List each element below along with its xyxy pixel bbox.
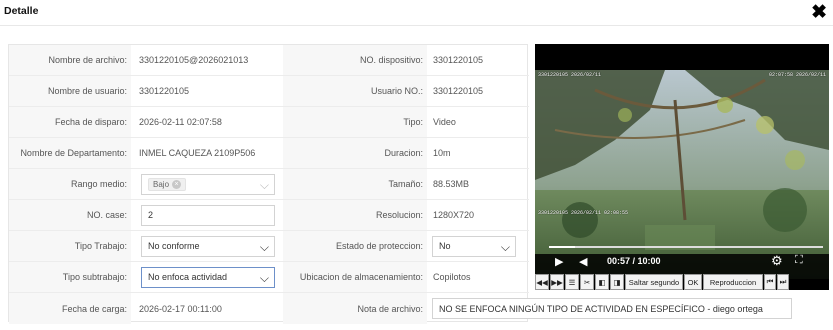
form-row: Nombre de usuario: 3301220105 Usuario NO… (9, 76, 529, 107)
chevron-down-icon: ⌵ (500, 239, 510, 254)
nota-archivo-input[interactable]: NO SE ENFOCA NINGÚN TIPO DE ACTIVIDAD EN… (432, 298, 792, 319)
rewind-icon[interactable]: ◀◀ (535, 274, 549, 290)
value-fecha-disparo: 2026-02-11 02:07:58 (139, 117, 222, 127)
label-usuario-no: Usuario NO.: (283, 76, 427, 106)
ok-button[interactable]: OK (684, 274, 702, 290)
osd-top-left: 3301220105 2026/02/11 (538, 72, 602, 78)
label-nombre-archivo: Nombre de archivo: (9, 45, 131, 75)
value-nombre-archivo: 3301220105@2026021013 (139, 55, 249, 65)
form-row: Fecha de carga: 2026-02-17 00:11:00 Nota… (9, 293, 792, 324)
rango-medio-select[interactable]: Bajo × ⌵ (141, 173, 275, 195)
list-icon[interactable]: ☰ (565, 274, 579, 290)
value-usuario-no: 3301220105 (433, 86, 484, 96)
cut-icon[interactable]: ✂ (580, 274, 594, 290)
form-row: Nombre de Departamento: INMEL CAQUEZA 21… (9, 138, 529, 169)
label-nombre-usuario: Nombre de usuario: (9, 76, 131, 106)
label-tamano: Tamaño: (283, 169, 427, 199)
time-display: 00:57 / 10:00 (607, 256, 661, 266)
dialog-header: Detalle ✖ (0, 0, 833, 26)
frame-back-icon[interactable]: ◧ (595, 274, 609, 290)
chevron-down-icon: ⌵ (259, 270, 269, 285)
value-ubicacion: Copilotos (433, 272, 471, 282)
form-row: Tipo Trabajo: No conforme ⌵ Estado de pr… (9, 231, 529, 262)
video-player[interactable]: 3301220105 2026/02/11 02:07:58 2026/02/1… (535, 44, 829, 290)
play-icon[interactable]: ▶ (555, 255, 563, 268)
value-nombre-usuario: 3301220105 (139, 86, 190, 96)
form-row: Tipo subtrabajo: No enfoca actividad ⌵ U… (9, 262, 529, 293)
label-fecha-carga: Fecha de carga: (9, 293, 131, 324)
label-no-dispositivo: NO. dispositivo: (283, 45, 427, 75)
frame-forward-icon[interactable]: ◨ (610, 274, 624, 290)
chevron-down-icon: ⌵ (259, 177, 269, 192)
player-toolbar: ◀◀ ▶▶ ☰ ✂ ◧ ◨ Saltar segundo OK Reproduc… (535, 274, 829, 290)
osd-bottom-left: 3301220105 2026/02/11 02:08:55 (538, 210, 629, 216)
estado-proteccion-select[interactable]: No ⌵ (432, 235, 516, 257)
label-resolucion: Resolucion: (283, 200, 427, 230)
value-tamano: 88.53MB (433, 179, 470, 189)
volume-icon[interactable]: ◀ (579, 255, 587, 268)
label-tipo-trabajo: Tipo Trabajo: (9, 231, 131, 261)
tipo-subtrabajo-select[interactable]: No enfoca actividad ⌵ (141, 266, 275, 288)
skip-seconds-field[interactable]: Saltar segundo (625, 274, 683, 290)
label-estado-proteccion: Estado de proteccion: (283, 231, 427, 261)
estado-proteccion-value: No (439, 241, 451, 251)
label-tipo-subtrabajo: Tipo subtrabajo: (9, 262, 131, 292)
form-row: Fecha de disparo: 2026-02-11 02:07:58 Ti… (9, 107, 529, 138)
rango-medio-tag-label: Bajo (153, 179, 170, 189)
fullscreen-icon[interactable]: ⛶ (795, 254, 803, 267)
remove-tag-icon[interactable]: × (172, 179, 182, 189)
rango-medio-tag: Bajo × (148, 177, 187, 191)
no-case-input[interactable]: 2 (141, 204, 275, 226)
skip-end-icon[interactable]: ⏭ (777, 274, 789, 290)
settings-icon[interactable]: ⚙ (771, 253, 783, 269)
chevron-down-icon: ⌵ (259, 239, 269, 254)
value-duracion: 10m (433, 148, 451, 158)
label-ubicacion: Ubicacion de almacenamiento: (283, 262, 427, 292)
osd-top-right: 02:07:58 2026/02/11 (768, 72, 826, 78)
seek-progress (549, 246, 576, 248)
label-no-case: NO. case: (9, 200, 131, 230)
label-rango-medio: Rango medio: (9, 169, 131, 199)
tipo-subtrabajo-value: No enfoca actividad (148, 272, 228, 282)
value-departamento: INMEL CAQUEZA 2109P506 (139, 148, 256, 158)
value-fecha-carga: 2026-02-17 00:11:00 (139, 303, 222, 314)
dialog-title: Detalle (4, 5, 39, 17)
form-row: Nombre de archivo: 3301220105@2026021013… (9, 45, 529, 76)
seek-bar[interactable] (549, 246, 823, 248)
value-no-dispositivo: 3301220105 (433, 55, 484, 65)
label-departamento: Nombre de Departamento: (9, 138, 131, 168)
label-tipo: Tipo: (283, 107, 427, 137)
playback-speed-button[interactable]: Reproduccion (703, 274, 763, 290)
close-icon[interactable]: ✖ (811, 3, 827, 23)
fast-forward-icon[interactable]: ▶▶ (550, 274, 564, 290)
skip-start-icon[interactable]: ⏮ (764, 274, 776, 290)
form-row: Rango medio: Bajo × ⌵ Tamaño: 88.53MB (9, 169, 529, 200)
detail-form: Nombre de archivo: 3301220105@2026021013… (8, 44, 792, 324)
value-tipo: Video (433, 117, 456, 127)
label-fecha-disparo: Fecha de disparo: (9, 107, 131, 137)
tipo-trabajo-select[interactable]: No conforme ⌵ (141, 235, 275, 257)
label-duracion: Duracion: (283, 138, 427, 168)
tipo-trabajo-value: No conforme (148, 241, 200, 251)
form-row: NO. case: 2 Resolucion: 1280X720 (9, 200, 529, 231)
value-resolucion: 1280X720 (433, 210, 475, 220)
label-nota-archivo: Nota de archivo: (283, 293, 427, 324)
